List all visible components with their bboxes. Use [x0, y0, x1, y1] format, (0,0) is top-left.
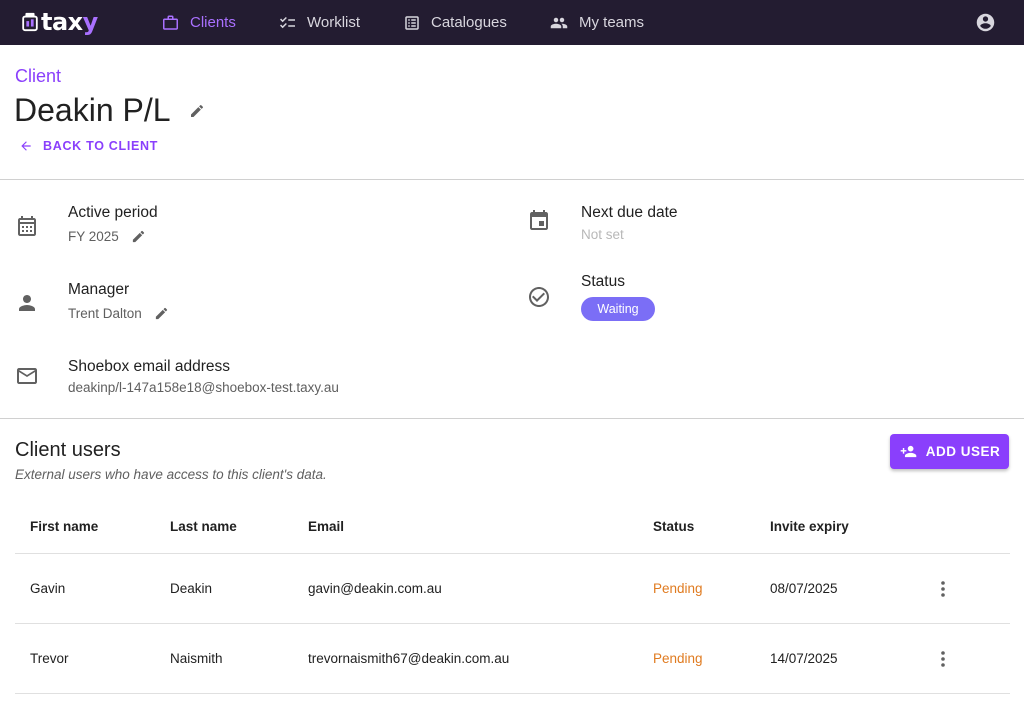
- status-label: Status: [581, 273, 625, 290]
- checklist-icon: [280, 16, 295, 28]
- page-eyebrow: Client: [15, 66, 62, 86]
- more-vert-icon[interactable]: [938, 650, 948, 668]
- manager-label: Manager: [68, 281, 130, 298]
- nav-clients-label: Clients: [190, 14, 236, 31]
- more-vert-icon[interactable]: [938, 580, 948, 598]
- next-due-value: Not set: [581, 227, 624, 242]
- mail-icon: [17, 368, 37, 384]
- nav-my-teams-label: My teams: [579, 14, 645, 31]
- top-nav: taxy Clients Worklist Catalogues My team…: [0, 0, 1024, 45]
- section-title: Client users: [15, 439, 121, 461]
- cell-email: gavin@deakin.com.au: [308, 581, 442, 596]
- column-header-invite-expiry[interactable]: Invite expiry: [770, 519, 849, 534]
- table-divider: [15, 553, 1010, 554]
- nav-clients[interactable]: Clients: [161, 0, 236, 45]
- cell-first-name: Gavin: [30, 581, 66, 596]
- table-divider: [15, 693, 1010, 694]
- divider: [0, 418, 1024, 419]
- status-badge: Waiting: [581, 297, 655, 321]
- cell-invite-expiry: 08/07/2025: [770, 581, 838, 596]
- cell-status: Pending: [653, 581, 703, 596]
- nav-catalogues[interactable]: Catalogues: [403, 0, 507, 45]
- active-period-label: Active period: [68, 204, 158, 221]
- next-due-text: Not set: [581, 227, 624, 242]
- edit-period-icon[interactable]: [131, 229, 146, 244]
- edit-manager-icon[interactable]: [154, 306, 169, 321]
- page-title: Deakin P/L: [14, 92, 171, 128]
- table-divider: [15, 623, 1010, 624]
- cell-invite-expiry: 14/07/2025: [770, 651, 838, 666]
- edit-name-icon[interactable]: [189, 103, 205, 119]
- manager-value: Trent Dalton: [68, 306, 169, 321]
- column-header-status[interactable]: Status: [653, 519, 694, 534]
- cell-status: Pending: [653, 651, 703, 666]
- add-user-label: ADD USER: [925, 444, 1001, 459]
- briefcase-icon: [163, 15, 178, 30]
- shoebox-label: Shoebox email address: [68, 358, 230, 375]
- nav-catalogues-label: Catalogues: [431, 14, 507, 31]
- logo-wordmark: taxy: [41, 8, 98, 36]
- cell-last-name: Deakin: [170, 581, 213, 596]
- taxy-logo[interactable]: taxy: [21, 9, 98, 35]
- column-header-last-name[interactable]: Last name: [170, 519, 237, 534]
- arrow-back-icon: [21, 141, 31, 151]
- person-add-icon: [900, 445, 917, 458]
- back-to-client-label: BACK TO CLIENT: [43, 139, 159, 153]
- catalogue-icon: [405, 15, 419, 30]
- cell-first-name: Trevor: [30, 651, 69, 666]
- divider: [0, 179, 1024, 180]
- back-to-client-link[interactable]: BACK TO CLIENT: [19, 139, 158, 153]
- nav-worklist[interactable]: Worklist: [278, 0, 360, 45]
- nav-my-teams[interactable]: My teams: [549, 0, 644, 45]
- group-icon: [550, 17, 568, 28]
- active-period-value: FY 2025: [68, 229, 146, 244]
- account-circle-icon[interactable]: [975, 12, 996, 33]
- cell-last-name: Naismith: [170, 651, 223, 666]
- nav-worklist-label: Worklist: [307, 14, 361, 31]
- event-icon: [530, 210, 548, 230]
- next-due-label: Next due date: [581, 204, 678, 221]
- manager-text: Trent Dalton: [68, 306, 142, 321]
- column-header-email[interactable]: Email: [308, 519, 344, 534]
- column-header-first-name[interactable]: First name: [30, 519, 98, 534]
- shoebox-value: deakinp/l-147a158e18@shoebox-test.taxy.a…: [68, 380, 339, 395]
- section-subtitle: External users who have access to this c…: [15, 467, 327, 482]
- check-circle-icon: [529, 287, 549, 307]
- active-period-text: FY 2025: [68, 229, 119, 244]
- person-icon: [19, 295, 35, 311]
- logo-mark-icon: [22, 12, 38, 32]
- add-user-button[interactable]: ADD USER: [890, 434, 1009, 469]
- calendar-icon: [18, 216, 36, 236]
- cell-email: trevornaismith67@deakin.com.au: [308, 651, 510, 666]
